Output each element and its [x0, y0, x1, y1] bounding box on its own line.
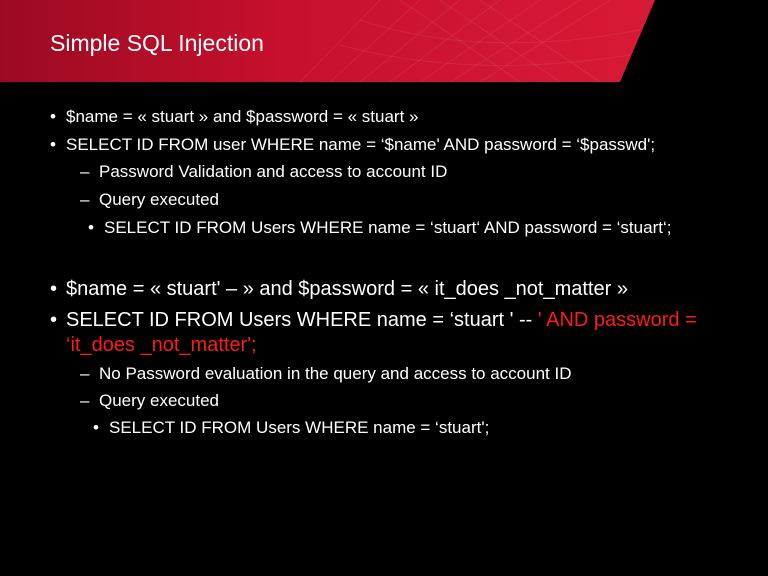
slide-body: • $name = « stuart » and $password = « s… [0, 0, 768, 576]
example2-line2-red: ' AND password = [537, 309, 697, 331]
example2-line1: $name = « stuart' – » and $password = « … [66, 278, 628, 300]
example1-line1: $name = « stuart » and $password = « stu… [66, 107, 419, 126]
bullet-icon: • [93, 418, 99, 437]
dash-bullet-icon: – [80, 190, 90, 209]
bullet-icon: • [50, 135, 56, 154]
example2-line3: ‘it_does _not_matter'; [66, 334, 257, 356]
dash-bullet-icon: – [80, 391, 90, 410]
bullet-icon: • [88, 218, 94, 237]
bullet-icon: • [50, 309, 58, 331]
example1-line2: SELECT ID FROM user WHERE name = ‘$name'… [66, 135, 656, 154]
dash-bullet-icon: – [80, 364, 90, 383]
example2-sub1: No Password evaluation in the query and … [99, 364, 572, 383]
example2-subsub1: SELECT ID FROM Users WHERE name = ‘stuar… [109, 418, 490, 437]
example1-subsub1: SELECT ID FROM Users WHERE name = ‘stuar… [104, 218, 672, 237]
example2-line2: SELECT ID FROM Users WHERE name = ‘stuar… [66, 309, 697, 332]
example2-sub2: Query executed [99, 391, 220, 410]
bullet-icon: • [50, 107, 56, 126]
dash-bullet-icon: – [80, 162, 90, 181]
bullet-icon: • [50, 278, 58, 300]
example2-line2-white: SELECT ID FROM Users WHERE name = ‘stuar… [66, 309, 538, 331]
example1-sub2: Query executed [99, 190, 220, 209]
example1-sub1: Password Validation and access to accoun… [99, 162, 448, 181]
